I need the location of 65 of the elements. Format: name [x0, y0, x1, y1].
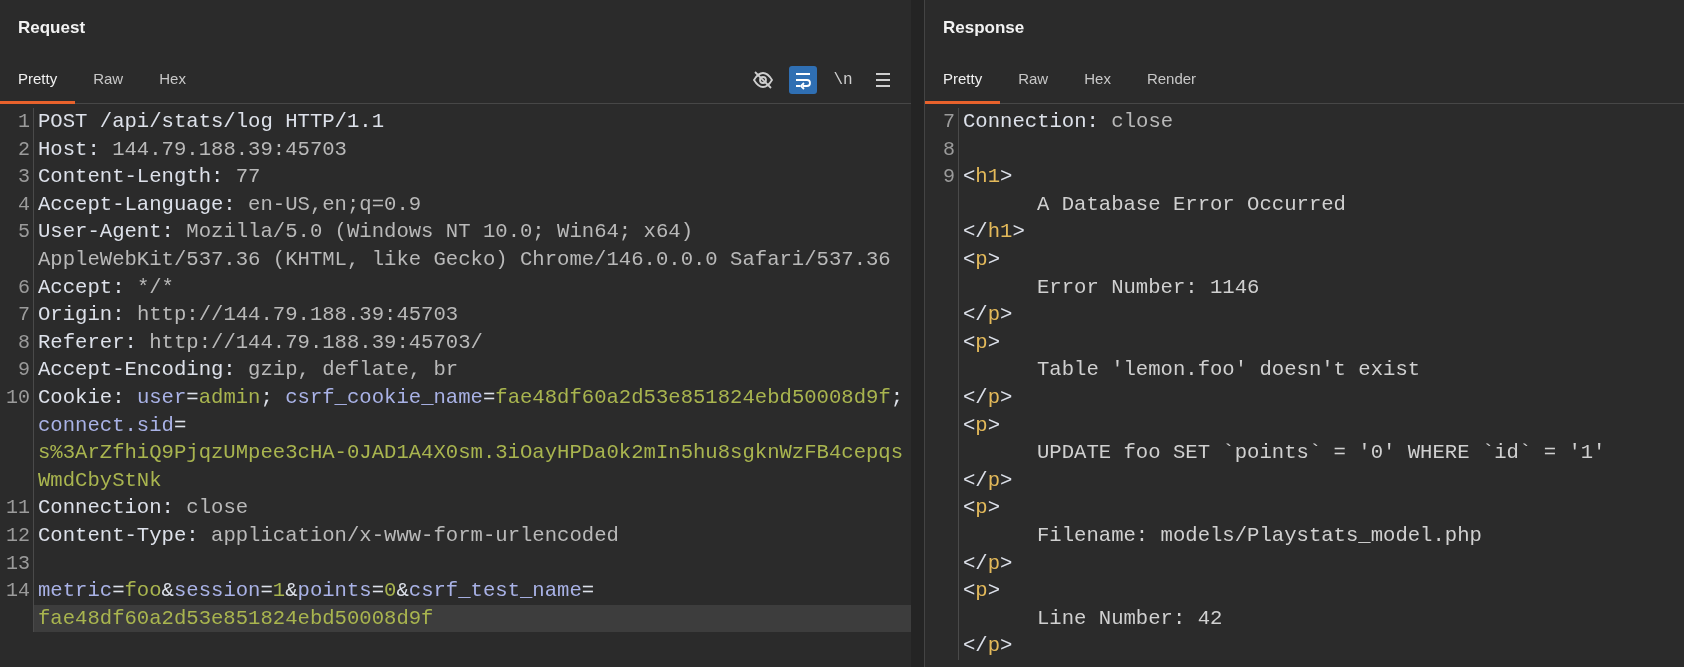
line-number: 5	[0, 218, 34, 246]
code-line: </p>	[962, 302, 1014, 329]
line-number: 10	[0, 383, 34, 412]
code-line: </p>	[962, 550, 1014, 577]
line-number: 14	[0, 577, 34, 605]
code-line: <p>	[962, 412, 1002, 439]
code-line: <p>	[962, 246, 1002, 273]
code-line: </p>	[962, 384, 1014, 411]
code-line: s%3ArZfhiQ9PjqzUMpee3cHA-0JAD1A4X0sm.3iOayHPDa0k2mIn5hu8sgknWzFB4cepqs	[37, 440, 905, 467]
code-line: Cookie: user=admin; csrf_cookie_name=fae48df60a2d53e851824ebd50008d9f;	[37, 384, 905, 411]
line-number: 9	[925, 163, 959, 191]
code-line: A Database Error Occurred	[1036, 191, 1347, 218]
code-line: <p>	[962, 578, 1002, 605]
code-line: <p>	[962, 329, 1002, 356]
code-line: Error Number: 1146	[1036, 274, 1261, 301]
line-number: 2	[0, 135, 34, 164]
newline-toggle[interactable]: \n	[829, 65, 857, 94]
line-number: 1	[0, 108, 34, 136]
code-line: Line Number: 42	[1036, 605, 1224, 632]
code-line: metric=foo&session=1&points=0&csrf_test_name=	[37, 578, 596, 605]
code-line: connect.sid=	[37, 412, 188, 439]
code-line: Table 'lemon.foo' doesn't exist	[1036, 357, 1422, 384]
code-line: Origin: http://144.79.188.39:45703	[37, 302, 460, 329]
code-line: WmdCbyStNk	[37, 467, 163, 494]
code-line: User-Agent: Mozilla/5.0 (Windows NT 10.0; Win64; x64)	[37, 219, 694, 246]
code-line: Accept: */*	[37, 274, 175, 301]
line-number: 8	[0, 328, 34, 357]
code-line: Accept-Language: en-US,en;q=0.9	[37, 191, 423, 218]
code-line: AppleWebKit/537.36 (KHTML, like Gecko) Chrome/146.0.0.0 Safari/537.36	[37, 246, 892, 273]
tab[interactable]: Pretty	[0, 56, 76, 104]
line-number: 4	[0, 190, 34, 219]
line-number: 3	[0, 163, 34, 191]
code-line: Content-Length: 77	[37, 164, 262, 191]
line-number: 9	[0, 356, 34, 384]
code-line: </p>	[962, 633, 1014, 660]
code-line: </h1>	[962, 219, 1026, 246]
tab[interactable]: Hex	[141, 56, 204, 104]
line-number: 6	[0, 273, 34, 302]
code-line: <h1>	[962, 164, 1014, 191]
line-number: 13	[0, 549, 34, 578]
tab[interactable]: Hex	[1066, 56, 1129, 104]
text-wrap-button[interactable]	[789, 65, 817, 94]
tab[interactable]: Raw	[75, 56, 142, 104]
line-number: 12	[0, 521, 34, 550]
code-line: Connection: close	[962, 109, 1175, 135]
code-line: Referer: http://144.79.188.39:45703/	[37, 329, 484, 356]
line-number: 11	[0, 494, 34, 522]
code-line: Content-Type: application/x-www-form-urlencoded	[37, 522, 620, 549]
code-line: Accept-Encoding: gzip, deflate, br	[37, 357, 460, 384]
code-line: <p>	[962, 495, 1002, 522]
line-number: 7	[0, 301, 34, 329]
code-line: Filename: models/Playstats_model.php	[1036, 522, 1483, 549]
tab[interactable]: Pretty	[925, 56, 1001, 104]
line-number: 7	[925, 108, 959, 136]
panel-title: Request	[17, 17, 87, 39]
tab[interactable]: Raw	[1000, 56, 1067, 104]
code-line: UPDATE foo SET `points` = '0' WHERE `id` = '1'	[1036, 440, 1607, 467]
code-line: Connection: close	[37, 495, 250, 522]
panel-title: Response	[942, 17, 1026, 39]
eye-off-icon	[752, 68, 774, 91]
code-line: Host: 144.79.188.39:45703	[37, 136, 348, 163]
tab[interactable]: Render	[1128, 56, 1215, 104]
line-number: 8	[925, 135, 959, 164]
code-line: </p>	[962, 467, 1014, 494]
code-line: POST /api/stats/log HTTP/1.1	[37, 109, 386, 135]
